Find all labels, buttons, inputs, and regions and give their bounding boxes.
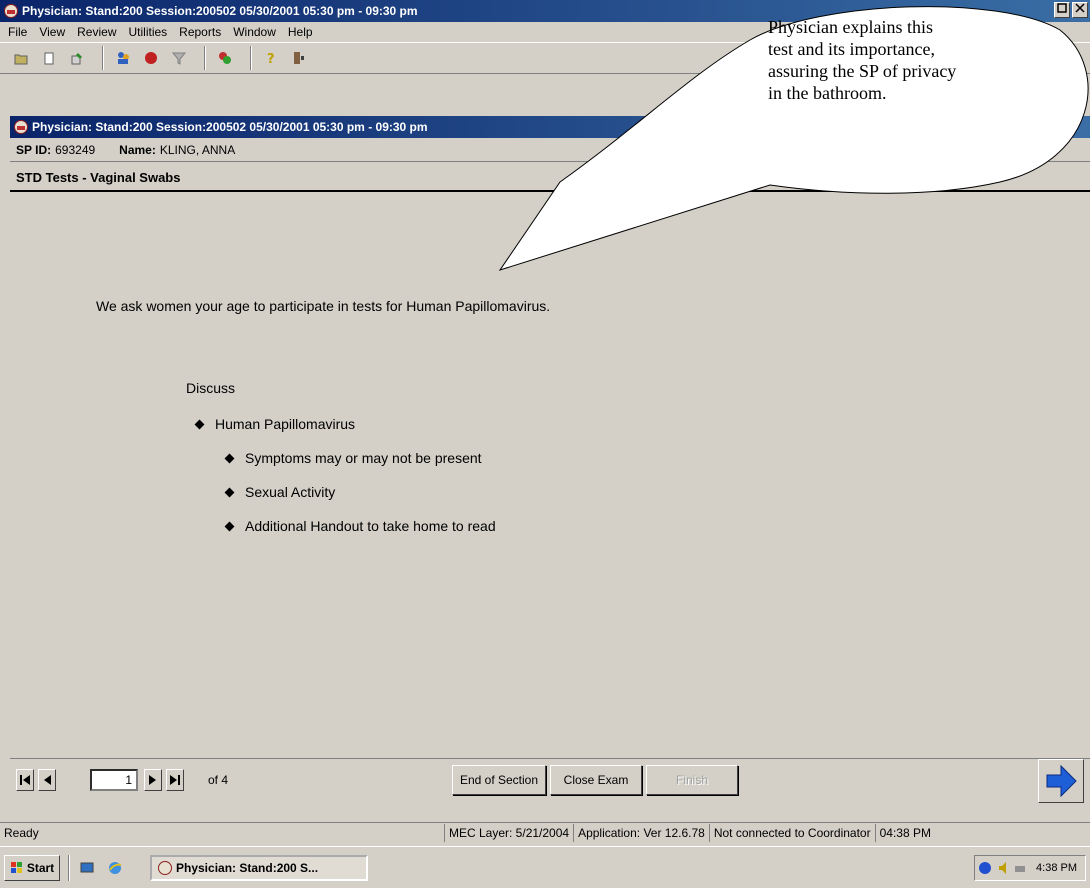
last-page-button[interactable] [166,769,184,791]
next-section-button[interactable] [1038,759,1084,803]
section-title: STD Tests - Vaginal Swabs [10,164,1090,192]
window-title: Physician: Stand:200 Session:200502 05/3… [22,4,418,18]
status-coordinator: Not connected to Coordinator [708,823,875,842]
next-page-button[interactable] [144,769,162,791]
sub-bullet: Symptoms may or may not be present [224,450,482,466]
app-icon [4,4,18,18]
status-bar: Ready MEC Layer: 5/21/2004 Application: … [0,822,1090,842]
close-exam-button[interactable]: Close Exam [550,765,642,795]
speaker-icon[interactable] [998,861,1010,875]
maximize-button[interactable] [1054,2,1070,18]
sub-bullet: Sexual Activity [224,484,336,500]
menu-utilities[interactable]: Utilities [123,25,174,39]
taskbar-task-physician[interactable]: Physician: Stand:200 S... [150,854,368,881]
status-mec-layer: MEC Layer: 5/21/2004 [444,823,573,842]
bullet-diamond-icon [194,419,205,429]
maximize-icon [1057,3,1067,13]
content-area: We ask women your age to participate in … [10,194,1090,744]
windows-logo-icon [10,861,22,873]
menu-file[interactable]: File [2,25,33,39]
status-ready: Ready [4,825,39,840]
end-of-section-button[interactable]: End of Section [452,765,546,795]
last-page-icon [170,775,180,785]
open-folder-icon[interactable] [10,47,32,69]
inner-window-titlebar[interactable]: Physician: Stand:200 Session:200502 05/3… [10,116,1090,138]
svg-text:?: ? [267,52,275,65]
menu-view[interactable]: View [33,25,71,39]
first-page-icon [20,775,30,785]
next-arrow-icon [1046,764,1077,798]
status-application: Application: Ver 12.6.78 [573,823,709,842]
bullet-diamond-icon [224,453,235,463]
inner-window-title: Physician: Stand:200 Session:200502 05/3… [32,120,428,134]
app-icon [158,860,172,875]
callout-text: Physician explains this test and its imp… [768,16,1068,104]
discuss-label: Discuss [186,380,236,396]
page-number-input[interactable]: 1 [90,769,138,791]
navigation-bar: 1 of 4 End of Section Close Exam Finish [10,758,1090,803]
menu-help[interactable]: Help [282,25,319,39]
bullet-diamond-icon [224,487,235,497]
name-label: Name: [119,142,156,157]
sp-id-value: 693249 [55,142,96,157]
section-title-text: STD Tests - Vaginal Swabs [16,169,181,185]
page-count-label: of 4 [208,773,229,787]
clock: 4:38 PM [1036,862,1077,874]
start-label: Start [26,860,55,875]
callout-line: Physician explains this [768,17,933,37]
next-page-icon [149,775,156,785]
sub-bullet-text: Sexual Activity [245,484,336,500]
intro-text: We ask women your age to participate in … [96,298,551,314]
bullet-diamond-icon [224,521,235,531]
gender-value: Female [773,142,814,157]
menu-review[interactable]: Review [71,25,122,39]
system-tray: 4:38 PM [974,855,1086,881]
toolbar-separator [250,46,252,70]
name-value: KLING, ANNA [159,142,236,157]
edit-icon[interactable] [66,47,88,69]
age-value: 54 years [669,142,716,157]
status-time: 04:38 PM [874,823,935,842]
gender-label: Gender: [723,142,770,157]
filter-icon[interactable] [168,47,190,69]
sp-info-bar: SP ID: 693249 Name: KLING, ANNA Age: 54 … [10,138,1090,162]
bullet-main: Human Papillomavirus [194,416,356,432]
network-icon[interactable] [978,861,994,875]
close-button[interactable] [1072,2,1088,18]
browser-icon[interactable] [104,857,126,879]
taskbar-separator [68,854,70,881]
prev-page-icon [44,775,51,785]
callout-line: in the bathroom. [768,83,887,103]
desktop-icon[interactable] [76,857,98,879]
chart-icon[interactable] [214,47,236,69]
bullet-main-text: Human Papillomavirus [215,416,356,432]
app-icon [14,120,28,134]
window-controls [1054,0,1090,22]
sub-bullet-text: Additional Handout to take home to read [245,518,496,534]
people-icon[interactable] [112,47,134,69]
printer-icon[interactable] [1014,861,1026,875]
toolbar-separator [102,46,104,70]
sp-id-label: SP ID: [16,142,52,157]
toolbar-separator [204,46,206,70]
help-icon[interactable]: ? [260,47,282,69]
menu-window[interactable]: Window [227,25,282,39]
age-label: Age: [639,142,666,157]
callout-line: test and its importance, [768,39,935,59]
sub-bullet-text: Symptoms may or may not be present [245,450,482,466]
prev-page-button[interactable] [38,769,56,791]
alert-icon[interactable] [140,47,162,69]
callout-line: assuring the SP of privacy [768,61,957,81]
close-icon [1075,3,1085,13]
start-button[interactable]: Start [4,854,60,881]
menu-reports[interactable]: Reports [173,25,227,39]
sub-bullet: Additional Handout to take home to read [224,518,496,534]
finish-button[interactable]: Finish [646,765,738,795]
clipboard-icon[interactable] [38,47,60,69]
exit-icon[interactable] [288,47,310,69]
task-label: Physician: Stand:200 S... [176,860,319,875]
taskbar: Start Physician: Stand:200 S... 4:38 PM [0,846,1090,888]
first-page-button[interactable] [16,769,34,791]
